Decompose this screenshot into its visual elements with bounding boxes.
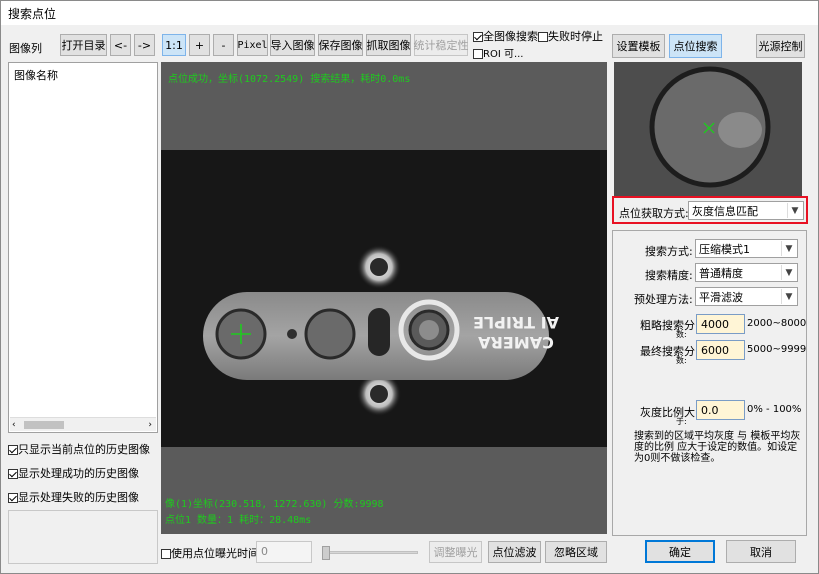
checkbox-box[interactable] bbox=[538, 32, 548, 42]
window-title: 搜索点位 bbox=[8, 7, 57, 21]
zoom-1-1-button[interactable]: 1:1 bbox=[162, 34, 186, 56]
result-top-text: 点位成功，坐标(1072.2549) 搜索结果，耗时0.0ms bbox=[168, 74, 411, 85]
result-bottom-text-1: 像(1)坐标(230.518, 1272.630) 分数:9998 bbox=[165, 499, 384, 510]
stop-on-fail-label: 失败时停止 bbox=[548, 30, 603, 43]
set-template-button[interactable]: 设置模板 bbox=[612, 34, 665, 58]
search-mode-label: 搜索方式: bbox=[645, 245, 693, 258]
point-filter-button[interactable]: 点位滤波 bbox=[488, 541, 541, 563]
all-image-search-checkbox[interactable]: 全图像搜索 bbox=[473, 28, 538, 44]
chevron-down-icon[interactable]: ▼ bbox=[781, 265, 796, 280]
coarse-score-range: 2000~8000 bbox=[747, 318, 807, 329]
part-label-line2: AI TRIPLE bbox=[473, 313, 559, 332]
stop-on-fail-checkbox[interactable]: 失败时停止 bbox=[538, 28, 603, 44]
chevron-down-icon[interactable]: ▼ bbox=[781, 241, 796, 256]
chevron-down-icon[interactable]: ▼ bbox=[781, 289, 796, 304]
gray-ratio-label-suffix: 于: bbox=[676, 417, 687, 426]
save-image-button[interactable]: 保存图像 bbox=[318, 34, 363, 56]
image-list-header: 图像名称 bbox=[14, 69, 58, 82]
history-success-label: 显示处理成功的历史图像 bbox=[18, 467, 139, 480]
stability-stats-button[interactable]: 统计稳定性 bbox=[414, 34, 469, 56]
gray-ratio-label: 灰度比例大 bbox=[640, 406, 695, 419]
checkbox-box[interactable] bbox=[8, 445, 18, 455]
slider-thumb[interactable] bbox=[322, 546, 330, 560]
camera-image bbox=[161, 150, 607, 447]
checkbox-box[interactable] bbox=[8, 469, 18, 479]
template-image bbox=[614, 62, 802, 196]
info-box bbox=[8, 510, 158, 564]
checkbox-box[interactable] bbox=[161, 549, 171, 559]
prev-image-button[interactable]: <- bbox=[110, 34, 131, 56]
search-mode-value: 压缩模式1 bbox=[699, 242, 750, 256]
scrollbar-thumb[interactable] bbox=[24, 421, 64, 429]
checkbox-box[interactable] bbox=[8, 493, 18, 503]
gray-ratio-input[interactable]: 0.0 bbox=[696, 400, 745, 420]
precision-label: 搜索精度: bbox=[645, 269, 693, 282]
pixel-button[interactable]: Pixel bbox=[237, 34, 268, 56]
search-mode-select[interactable]: 压缩模式1 ▼ bbox=[695, 239, 798, 258]
precision-value: 普通精度 bbox=[699, 266, 743, 280]
exposure-value-input[interactable]: 0 bbox=[256, 541, 312, 563]
acquire-method-label: 点位获取方式: bbox=[619, 207, 689, 220]
checkbox-box[interactable] bbox=[473, 49, 483, 59]
final-score-label-suffix: 数: bbox=[676, 356, 687, 365]
template-preview bbox=[614, 62, 802, 196]
all-image-search-label: 全图像搜索 bbox=[483, 30, 538, 43]
image-list[interactable]: 图像名称 ‹ › bbox=[8, 62, 158, 433]
point-search-button[interactable]: 点位搜索 bbox=[669, 34, 722, 58]
preprocess-label: 预处理方法: bbox=[634, 293, 693, 306]
preprocess-select[interactable]: 平滑滤波 ▼ bbox=[695, 287, 798, 306]
slider-track bbox=[322, 551, 418, 554]
gray-ratio-range: 0% - 100% bbox=[747, 404, 802, 415]
history-success-checkbox[interactable]: 显示处理成功的历史图像 bbox=[8, 465, 139, 481]
checkbox-box[interactable] bbox=[473, 32, 483, 42]
light-control-button[interactable]: 光源控制 bbox=[756, 34, 805, 58]
final-score-input[interactable]: 6000 bbox=[696, 340, 745, 360]
zoom-out-button[interactable]: - bbox=[213, 34, 234, 56]
precision-select[interactable]: 普通精度 ▼ bbox=[695, 263, 798, 282]
image-list-label: 图像列 bbox=[9, 42, 42, 55]
preprocess-value: 平滑滤波 bbox=[699, 290, 743, 304]
import-image-button[interactable]: 导入图像 bbox=[270, 34, 315, 56]
part-label-line1: CAMERA bbox=[478, 333, 554, 352]
acquire-method-select[interactable]: 灰度信息匹配 ▼ bbox=[688, 201, 804, 220]
scroll-left-icon[interactable]: ‹ bbox=[12, 420, 16, 430]
coarse-score-input[interactable]: 4000 bbox=[696, 314, 745, 334]
gray-ratio-description: 搜索到的区域平均灰度 与 模板平均灰度的比例 应大于设定的数值。如设定为0则不做… bbox=[634, 431, 801, 464]
chevron-down-icon[interactable]: ▼ bbox=[787, 203, 802, 218]
result-bottom-text-2: 点位1 数量：1 耗时：28.48ms bbox=[165, 515, 312, 526]
roi-checkbox[interactable]: ROI 可... bbox=[473, 45, 523, 60]
roi-label: ROI 可... bbox=[483, 49, 524, 60]
cancel-button[interactable]: 取消 bbox=[726, 540, 796, 563]
ignore-region-button[interactable]: 忽略区域 bbox=[545, 541, 607, 563]
adjust-exposure-button[interactable]: 调整曝光 bbox=[429, 541, 482, 563]
capture-image-button[interactable]: 抓取图像 bbox=[366, 34, 411, 56]
acquire-method-value: 灰度信息匹配 bbox=[692, 204, 758, 218]
part-label: CAMERA AI TRIPLE bbox=[473, 312, 559, 352]
use-exposure-checkbox[interactable]: 使用点位曝光时间 bbox=[161, 545, 259, 561]
scroll-right-icon[interactable]: › bbox=[148, 420, 152, 430]
horizontal-scrollbar[interactable]: ‹ › bbox=[10, 417, 156, 431]
image-viewer[interactable]: CAMERA AI TRIPLE 点位成功，坐标(1072.2549) 搜索结果… bbox=[161, 62, 607, 534]
coarse-score-label-suffix: 数: bbox=[676, 330, 687, 339]
use-exposure-label: 使用点位曝光时间 bbox=[171, 547, 259, 560]
history-current-checkbox[interactable]: 只显示当前点位的历史图像 bbox=[8, 441, 150, 457]
history-current-label: 只显示当前点位的历史图像 bbox=[18, 443, 150, 456]
title-bar bbox=[1, 1, 818, 25]
history-fail-checkbox[interactable]: 显示处理失败的历史图像 bbox=[8, 489, 139, 505]
exposure-slider[interactable] bbox=[322, 546, 418, 560]
ok-button[interactable]: 确定 bbox=[645, 540, 715, 563]
history-fail-label: 显示处理失败的历史图像 bbox=[18, 491, 139, 504]
zoom-in-button[interactable]: + bbox=[189, 34, 210, 56]
final-score-range: 5000~9999 bbox=[747, 344, 807, 355]
open-directory-button[interactable]: 打开目录 bbox=[60, 34, 107, 56]
next-image-button[interactable]: -> bbox=[134, 34, 155, 56]
